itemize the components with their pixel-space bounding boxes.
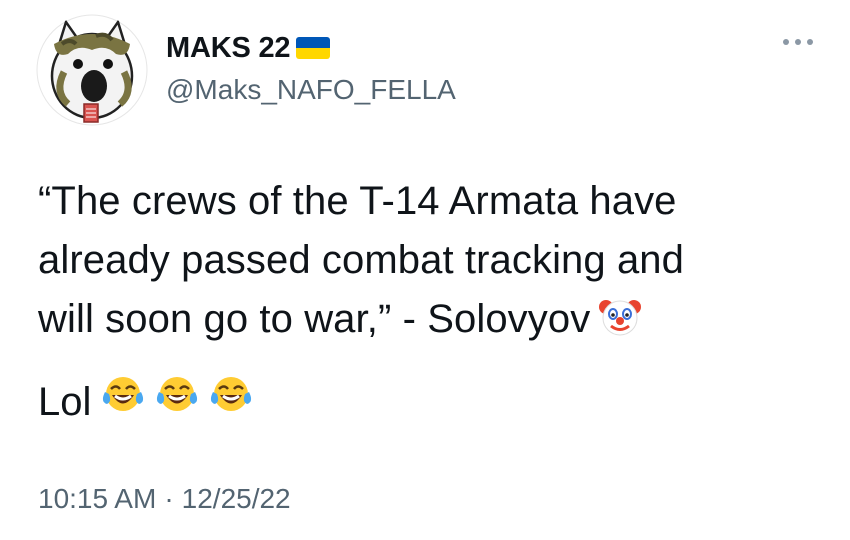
more-options-button[interactable]: [780, 32, 816, 52]
meta-separator: ·: [164, 483, 174, 514]
tweet-text-line: already passed combat tracking and: [38, 238, 684, 282]
tears-of-joy-emoji: [101, 372, 145, 433]
avatar[interactable]: [36, 14, 148, 126]
tweet-timestamp[interactable]: 10:15 AM · 12/25/22: [38, 479, 291, 519]
tears-of-joy-emoji: [155, 372, 199, 433]
tweet-text-line: will soon go to war,” - Solovyov: [38, 290, 818, 356]
user-handle[interactable]: @Maks_NAFO_FELLA: [166, 73, 456, 107]
nafo-shiba-avatar: [36, 14, 148, 126]
tweet-card: MAKS 22 @Maks_NAFO_FELLA “The crews of t…: [0, 0, 850, 540]
tears-of-joy-emoji: [209, 372, 253, 433]
tweet-time[interactable]: 10:15 AM: [38, 479, 156, 519]
display-name[interactable]: MAKS 22: [166, 30, 291, 66]
reaction-text: Lol: [38, 380, 92, 424]
tweet-text: “The crews of the T-14 Armata have alrea…: [38, 172, 818, 356]
tweet-date[interactable]: 12/25/22: [182, 479, 291, 519]
more-dots-icon: [783, 39, 813, 45]
clown-face-emoji: [598, 295, 642, 356]
tweet-text-line: “The crews of the T-14 Armata have: [38, 179, 677, 223]
display-name-row[interactable]: MAKS 22: [166, 30, 331, 66]
tweet-reaction-line: Lol: [38, 372, 253, 433]
ukraine-flag-icon: [296, 37, 331, 59]
tweet-text-line-content: will soon go to war,” - Solovyov: [38, 297, 591, 341]
